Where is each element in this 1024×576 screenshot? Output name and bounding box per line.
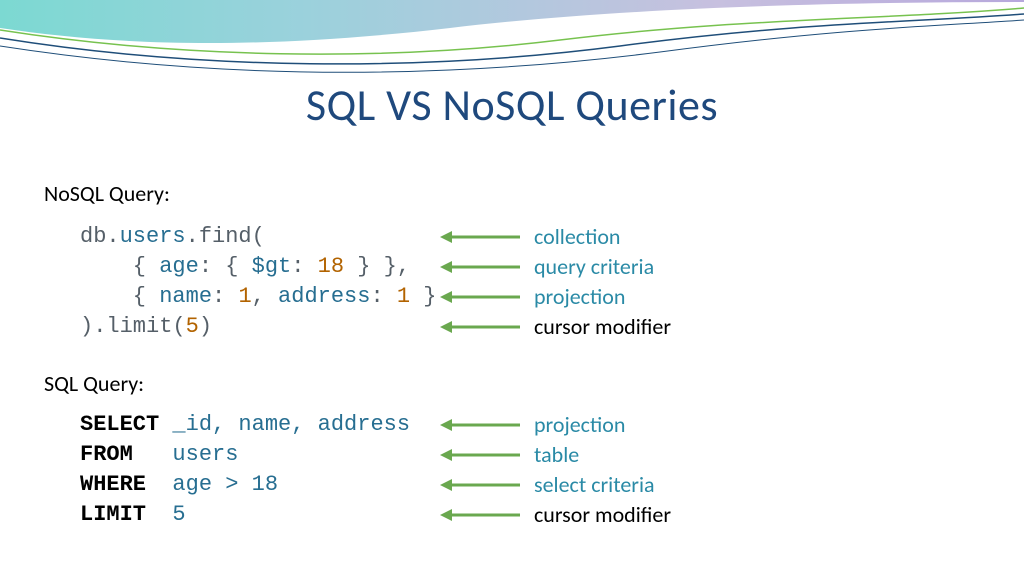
annotation-label: collection (534, 222, 621, 252)
annotation-row: table (440, 440, 671, 470)
annotation-row: cursor modifier (440, 312, 671, 342)
arrow-left-icon (440, 418, 520, 432)
annotation-row: query criteria (440, 252, 671, 282)
arrow-left-icon (440, 260, 520, 274)
annotation-label: cursor modifier (534, 312, 671, 342)
section-label-nosql: NoSQL Query: (44, 180, 170, 207)
annotation-row: cursor modifier (440, 500, 671, 530)
arrow-left-icon (440, 448, 520, 462)
section-label-sql: SQL Query: (44, 370, 144, 397)
arrow-left-icon (440, 508, 520, 522)
annotation-row: projection (440, 282, 671, 312)
annotation-label: table (534, 440, 579, 470)
annotation-label: cursor modifier (534, 500, 671, 530)
annotation-column-nosql: collection query criteria projection cur… (440, 222, 671, 342)
arrow-left-icon (440, 320, 520, 334)
annotation-label: projection (534, 282, 625, 312)
annotation-column-sql: projection table select criteria cursor … (440, 410, 671, 530)
code-block-sql: SELECT _id, name, address FROM users WHE… (80, 410, 410, 530)
annotation-label: query criteria (534, 252, 654, 282)
annotation-row: select criteria (440, 470, 671, 500)
arrow-left-icon (440, 478, 520, 492)
arrow-left-icon (440, 290, 520, 304)
code-block-nosql: db.users.find( { age: { $gt: 18 } }, { n… (80, 222, 436, 342)
arrow-left-icon (440, 230, 520, 244)
annotation-label: projection (534, 410, 625, 440)
annotation-row: collection (440, 222, 671, 252)
slide-title: SQL VS NoSQL Queries (0, 78, 1024, 132)
annotation-label: select criteria (534, 470, 655, 500)
annotation-row: projection (440, 410, 671, 440)
